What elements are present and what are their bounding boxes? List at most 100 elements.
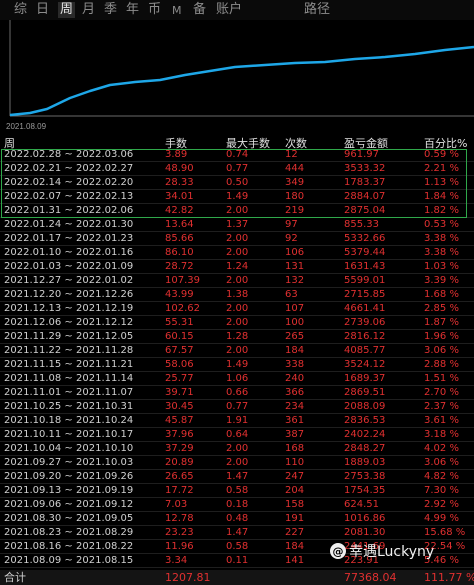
row-pnl: 2869.51 bbox=[344, 387, 386, 398]
table-row[interactable]: 2021.08.23 ~ 2021.08.29 23.23 1.47 227 2081.… bbox=[0, 526, 474, 540]
row-week: 2021.09.13 ~ 2021.09.19 bbox=[4, 485, 134, 496]
table-row[interactable]: 2021.12.13 ~ 2021.12.19 102.62 2.00 107 4661… bbox=[0, 302, 474, 316]
row-lots: 42.82 bbox=[165, 205, 194, 216]
table-row[interactable]: 2022.02.28 ~ 2022.03.06 3.89 0.74 12 961.97 0… bbox=[0, 148, 474, 162]
tab-notes[interactable]: 备 bbox=[193, 2, 206, 18]
tab-monthly[interactable]: 月 bbox=[82, 2, 95, 18]
row-count: 141 bbox=[285, 555, 305, 566]
row-count: 184 bbox=[285, 541, 305, 552]
table-row[interactable]: 2022.02.07 ~ 2022.02.13 34.01 1.49 180 2884.… bbox=[0, 190, 474, 204]
weekly-stats-table: 2022.02.28 ~ 2022.03.06 3.89 0.74 12 961.97 0… bbox=[0, 148, 474, 568]
table-row[interactable]: 2021.09.27 ~ 2021.10.03 20.89 2.00 110 1889.… bbox=[0, 456, 474, 470]
table-row[interactable]: 2021.09.13 ~ 2021.09.19 17.72 0.58 204 1754.… bbox=[0, 484, 474, 498]
row-percent: 2.70 % bbox=[424, 387, 459, 398]
row-pnl: 2715.85 bbox=[344, 289, 386, 300]
row-percent: 3.39 % bbox=[424, 275, 459, 286]
row-count: 131 bbox=[285, 261, 305, 272]
table-row[interactable]: 2021.11.29 ~ 2021.12.05 60.15 1.28 265 2816.… bbox=[0, 330, 474, 344]
row-count: 361 bbox=[285, 415, 305, 426]
row-week: 2022.02.14 ~ 2022.02.20 bbox=[4, 177, 134, 188]
row-percent: 2.92 % bbox=[424, 499, 459, 510]
row-lots: 45.87 bbox=[165, 415, 194, 426]
row-pnl: 1016.86 bbox=[344, 513, 386, 524]
table-row[interactable]: 2021.09.20 ~ 2021.09.26 26.65 1.47 247 2753.… bbox=[0, 470, 474, 484]
row-pnl: 2739.06 bbox=[344, 317, 386, 328]
row-count: 184 bbox=[285, 345, 305, 356]
tab-m[interactable]: M bbox=[172, 3, 182, 19]
row-week: 2022.02.28 ~ 2022.03.06 bbox=[4, 149, 134, 160]
table-row[interactable]: 2022.02.21 ~ 2022.02.27 48.90 0.77 444 3533.… bbox=[0, 162, 474, 176]
row-week: 2022.01.10 ~ 2022.01.16 bbox=[4, 247, 134, 258]
tab-overview[interactable]: 综 bbox=[14, 2, 27, 18]
table-row[interactable]: 2021.11.01 ~ 2021.11.07 39.71 0.66 366 2869.… bbox=[0, 386, 474, 400]
tab-path[interactable]: 路径 bbox=[304, 2, 330, 18]
table-row[interactable]: 2021.11.08 ~ 2021.11.14 25.77 1.06 240 1689.… bbox=[0, 372, 474, 386]
row-pnl: 1754.35 bbox=[344, 485, 386, 496]
row-count: 180 bbox=[285, 191, 305, 202]
table-row[interactable]: 2021.12.06 ~ 2021.12.12 55.31 2.00 100 2739.… bbox=[0, 316, 474, 330]
row-pnl: 5599.01 bbox=[344, 275, 386, 286]
table-row[interactable]: 2021.08.30 ~ 2021.09.05 12.78 0.48 191 1016.… bbox=[0, 512, 474, 526]
row-max-lots: 1.49 bbox=[226, 191, 249, 202]
table-row[interactable]: 2021.10.25 ~ 2021.10.31 30.45 0.77 234 2088.… bbox=[0, 400, 474, 414]
weibo-icon: @ bbox=[330, 543, 346, 559]
table-row[interactable]: 2022.01.10 ~ 2022.01.16 86.10 2.00 106 5379.… bbox=[0, 246, 474, 260]
tab-quarterly[interactable]: 季 bbox=[104, 2, 117, 18]
row-count: 338 bbox=[285, 359, 305, 370]
row-max-lots: 2.00 bbox=[226, 205, 249, 216]
row-week: 2021.12.27 ~ 2022.01.02 bbox=[4, 275, 134, 286]
row-week: 2021.10.18 ~ 2021.10.24 bbox=[4, 415, 134, 426]
tab-account[interactable]: 账户 bbox=[216, 2, 242, 18]
tab-weekly[interactable]: 周 bbox=[58, 2, 76, 18]
row-lots: 34.01 bbox=[165, 191, 194, 202]
row-max-lots: 0.66 bbox=[226, 387, 249, 398]
tab-yearly[interactable]: 年 bbox=[126, 2, 139, 18]
row-max-lots: 1.28 bbox=[226, 331, 249, 342]
row-percent: 0.59 % bbox=[424, 149, 459, 160]
row-pnl: 2088.09 bbox=[344, 401, 386, 412]
row-week: 2021.12.13 ~ 2021.12.19 bbox=[4, 303, 134, 314]
row-percent: 1.82 % bbox=[424, 205, 459, 216]
row-pnl: 3533.32 bbox=[344, 163, 386, 174]
table-row[interactable]: 2022.02.14 ~ 2022.02.20 28.33 0.50 349 1783.… bbox=[0, 176, 474, 190]
row-max-lots: 1.49 bbox=[226, 359, 249, 370]
table-row[interactable]: 2021.12.27 ~ 2022.01.02 107.39 2.00 132 5599… bbox=[0, 274, 474, 288]
table-row[interactable]: 2021.11.15 ~ 2021.11.21 58.06 1.49 338 3524.… bbox=[0, 358, 474, 372]
row-week: 2021.12.20 ~ 2021.12.26 bbox=[4, 289, 134, 300]
row-count: 240 bbox=[285, 373, 305, 384]
row-pnl: 1889.03 bbox=[344, 457, 386, 468]
row-pnl: 1689.37 bbox=[344, 373, 386, 384]
row-week: 2021.08.30 ~ 2021.09.05 bbox=[4, 513, 134, 524]
table-row[interactable]: 2021.09.06 ~ 2021.09.12 7.03 0.18 158 624.51… bbox=[0, 498, 474, 512]
row-max-lots: 0.77 bbox=[226, 401, 249, 412]
table-row[interactable]: 2021.10.11 ~ 2021.10.17 37.96 0.64 387 2402.… bbox=[0, 428, 474, 442]
table-row[interactable]: 2021.11.22 ~ 2021.11.28 67.57 2.00 184 4085.… bbox=[0, 344, 474, 358]
row-percent: 0.53 % bbox=[424, 219, 459, 230]
total-lots: 1207.81 bbox=[165, 571, 211, 584]
row-percent: 3.61 % bbox=[424, 415, 459, 426]
table-row[interactable]: 2022.01.03 ~ 2022.01.09 28.72 1.24 131 1631.… bbox=[0, 260, 474, 274]
table-row[interactable]: 2022.01.24 ~ 2022.01.30 13.64 1.37 97 855.33… bbox=[0, 218, 474, 232]
row-max-lots: 1.47 bbox=[226, 527, 249, 538]
row-pnl: 961.97 bbox=[344, 149, 379, 160]
row-max-lots: 0.48 bbox=[226, 513, 249, 524]
table-row[interactable]: 2021.10.18 ~ 2021.10.24 45.87 1.91 361 2836.… bbox=[0, 414, 474, 428]
row-pnl: 4661.41 bbox=[344, 303, 386, 314]
table-row[interactable]: 2021.10.04 ~ 2021.10.10 37.29 2.00 168 2848.… bbox=[0, 442, 474, 456]
row-week: 2021.11.22 ~ 2021.11.28 bbox=[4, 345, 134, 356]
table-row[interactable]: 2021.12.20 ~ 2021.12.26 43.99 1.38 63 2715.8… bbox=[0, 288, 474, 302]
row-week: 2021.10.04 ~ 2021.10.10 bbox=[4, 443, 134, 454]
table-row[interactable]: 2022.01.17 ~ 2022.01.23 85.66 2.00 92 5332.6… bbox=[0, 232, 474, 246]
row-pnl: 2875.04 bbox=[344, 205, 386, 216]
row-lots: 67.57 bbox=[165, 345, 194, 356]
tab-currency[interactable]: 币 bbox=[148, 2, 161, 18]
row-lots: 12.78 bbox=[165, 513, 194, 524]
total-percent: 111.77 % bbox=[424, 571, 474, 584]
row-week: 2021.11.08 ~ 2021.11.14 bbox=[4, 373, 134, 384]
row-max-lots: 0.58 bbox=[226, 541, 249, 552]
table-row[interactable]: 2022.01.31 ~ 2022.02.06 42.82 2.00 219 2875.… bbox=[0, 204, 474, 218]
tab-daily[interactable]: 日 bbox=[36, 2, 49, 18]
total-label: 合计 bbox=[4, 571, 26, 584]
row-week: 2022.02.07 ~ 2022.02.13 bbox=[4, 191, 134, 202]
row-lots: 23.23 bbox=[165, 527, 194, 538]
